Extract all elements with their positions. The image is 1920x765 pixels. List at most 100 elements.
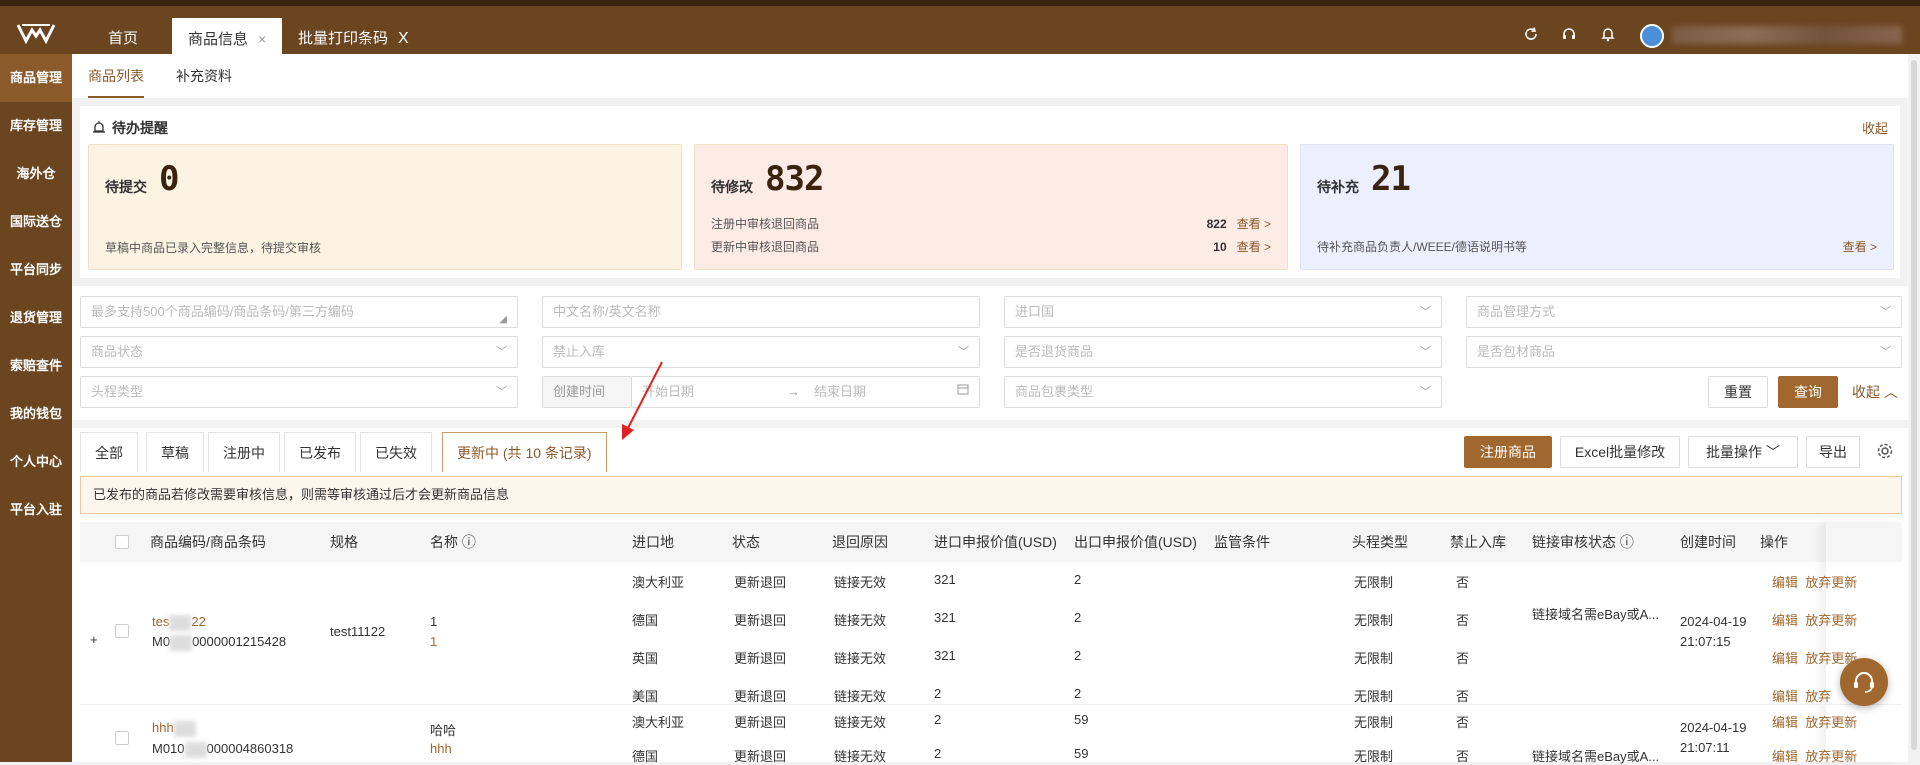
avatar[interactable] — [1640, 24, 1664, 48]
tab-label: 草稿 — [161, 445, 189, 461]
label-text: 创建时间 — [553, 384, 606, 399]
edit-link[interactable]: 编辑 — [1772, 613, 1798, 628]
forbid-inbound-select[interactable]: 禁止入库 ﹀ — [542, 336, 980, 368]
edit-link[interactable]: 编辑 — [1772, 689, 1798, 704]
placeholder: 是否退货商品 — [1015, 344, 1094, 359]
sidebar-item-overseas-warehouse[interactable]: 海外仓 — [0, 150, 72, 198]
sidebar-item-international-delivery[interactable]: 国际送仓 — [0, 198, 72, 246]
placeholder: 进口国 — [1015, 304, 1055, 319]
abandon-update-link[interactable]: 放弃 — [1805, 689, 1831, 704]
package-type-select[interactable]: 商品包裹类型 ﹀ — [1004, 376, 1442, 408]
username-blurred[interactable] — [1672, 26, 1902, 44]
import-country-select[interactable]: 进口国 ﹀ — [1004, 296, 1442, 328]
sidebar-item-platform-sync[interactable]: 平台同步 — [0, 246, 72, 294]
row-text: 更新中审核退回商品 — [711, 240, 820, 254]
help-icon[interactable]: ⓘ — [462, 534, 476, 550]
tab-expired[interactable]: 已失效 — [360, 432, 432, 472]
alarm-icon — [92, 120, 106, 137]
is-packing-select[interactable]: 是否包材商品 ﹀ — [1466, 336, 1902, 368]
chevron-down-icon: ﹀ — [496, 386, 507, 398]
card-pending-submit[interactable]: 待提交 0 草稿中商品已录入完整信息，待提交审核 — [88, 144, 682, 270]
status-select[interactable]: 商品状态 ﹀ — [80, 336, 518, 368]
product-code[interactable]: hhh — [152, 720, 196, 737]
abandon-update-link[interactable]: 放弃更新 — [1805, 575, 1857, 590]
created-time: 21:07:11 — [1680, 740, 1730, 755]
product-code[interactable]: tes 22 — [152, 614, 206, 631]
abandon-update-link[interactable]: 放弃更新 — [1805, 613, 1857, 628]
sidebar-item-profile[interactable]: 个人中心 — [0, 438, 72, 486]
tab-all[interactable]: 全部 — [80, 432, 138, 472]
settings-icon[interactable] — [1876, 442, 1894, 463]
reset-button[interactable]: 重置 — [1708, 376, 1768, 408]
tab-supplementary-info[interactable]: 补充资料 — [176, 54, 232, 98]
collapse-link[interactable]: 收起 — [1862, 118, 1888, 137]
code-search-textarea[interactable]: 最多支持500个商品编码/商品条码/第三方编码 ◢ — [80, 296, 518, 328]
tab-updating[interactable]: 更新中 (共 10 条记录) — [442, 432, 607, 472]
filter-collapse-link[interactable]: 收起 ︿ — [1852, 382, 1898, 402]
excel-batch-edit-button[interactable]: Excel批量修改 — [1560, 436, 1680, 468]
th-text: 链接审核状态 — [1532, 534, 1616, 550]
tab-draft[interactable]: 草稿 — [146, 432, 204, 472]
placeholder: 商品状态 — [91, 344, 144, 359]
view-link[interactable]: 查看 > — [1843, 240, 1877, 254]
sidebar-item-label: 国际送仓 — [9, 214, 62, 229]
code-part: 22 — [191, 614, 206, 629]
edit-link[interactable]: 编辑 — [1772, 651, 1798, 666]
manage-mode-select[interactable]: 商品管理方式 ﹀ — [1466, 296, 1902, 328]
logo[interactable] — [0, 6, 72, 60]
row-divider — [80, 704, 1902, 705]
view-link[interactable]: 查看 > — [1237, 217, 1271, 231]
scrollbar-thumb[interactable] — [1911, 60, 1917, 750]
cell-export-value: 2 — [1074, 610, 1082, 625]
headset-icon[interactable] — [1559, 26, 1579, 46]
cell-import-value: 2 — [934, 686, 942, 701]
refresh-icon[interactable] — [1521, 26, 1541, 46]
cell-import-value: 2 — [934, 712, 942, 727]
card-row: 注册中审核退回商品 822 查看 > — [711, 215, 1271, 232]
is-return-select[interactable]: 是否退货商品 ﹀ — [1004, 336, 1442, 368]
chevron-down-icon: ﹀ — [1880, 306, 1891, 318]
sidebar-item-wallet[interactable]: 我的钱包 — [0, 390, 72, 438]
cell-import-value: 2 — [934, 746, 942, 761]
customer-service-button[interactable] — [1840, 658, 1888, 706]
tab-label: 批量打印条码 — [298, 30, 389, 47]
sidebar-item-returns[interactable]: 退货管理 — [0, 294, 72, 342]
row-checkbox[interactable] — [115, 624, 129, 638]
bell-icon[interactable] — [1598, 26, 1618, 46]
row-checkbox[interactable] — [115, 731, 129, 745]
todo-title-text: 待办提醒 — [112, 120, 168, 136]
card-pending-supplement: 待补充 21 待补充商品负责人/WEEE/德语说明书等 查看 > — [1300, 144, 1894, 270]
top-bar: 首页 商品信息 × 批量打印条码 X — [0, 0, 1920, 60]
tab-registering[interactable]: 注册中 — [208, 432, 280, 472]
search-button[interactable]: 查询 — [1778, 376, 1838, 408]
select-all-checkbox[interactable] — [115, 535, 129, 549]
view-link[interactable]: 查看 > — [1237, 240, 1271, 254]
edit-link[interactable]: 编辑 — [1772, 575, 1798, 590]
tab-published[interactable]: 已发布 — [284, 432, 356, 472]
arrow-right-icon: → — [787, 384, 800, 399]
sidebar-item-inventory[interactable]: 库存管理 — [0, 102, 72, 150]
th-spec: 规格 — [330, 534, 358, 550]
first-leg-select[interactable]: 头程类型 ﹀ — [80, 376, 518, 408]
barcode-part: M0 — [152, 634, 171, 649]
cell-reason: 链接无效 — [834, 689, 887, 704]
tab-product-list[interactable]: 商品列表 — [88, 54, 144, 98]
help-icon[interactable]: ⓘ — [1620, 534, 1634, 550]
register-product-button[interactable]: 注册商品 — [1464, 436, 1552, 468]
close-icon[interactable]: X — [398, 30, 409, 47]
name-search-input[interactable]: 中文名称/英文名称 — [542, 296, 980, 328]
create-time-label: 创建时间 — [542, 376, 632, 408]
card-pending-modify: 待修改 832 注册中审核退回商品 822 查看 > 更新中审核退回商品 10 查看… — [694, 144, 1288, 270]
sidebar-item-claims[interactable]: 索赔查件 — [0, 342, 72, 390]
abandon-update-link[interactable]: 放弃更新 — [1805, 715, 1857, 730]
close-icon[interactable]: × — [258, 31, 266, 47]
sidebar-item-product-management[interactable]: 商品管理 — [0, 54, 72, 102]
sidebar-item-platform-onboarding[interactable]: 平台入驻 — [0, 486, 72, 534]
date-range-picker[interactable]: 开始日期 → 结束日期 — [631, 376, 980, 408]
cell-export-value: 2 — [1074, 686, 1082, 701]
export-button[interactable]: 导出 — [1806, 436, 1860, 468]
expand-icon[interactable]: + — [90, 632, 98, 647]
sidebar: 商品管理 库存管理 海外仓 国际送仓 平台同步 退货管理 索赔查件 我的钱包 个… — [0, 54, 72, 762]
batch-operation-button[interactable]: 批量操作 ﹀ — [1688, 436, 1798, 468]
edit-link[interactable]: 编辑 — [1772, 715, 1798, 730]
